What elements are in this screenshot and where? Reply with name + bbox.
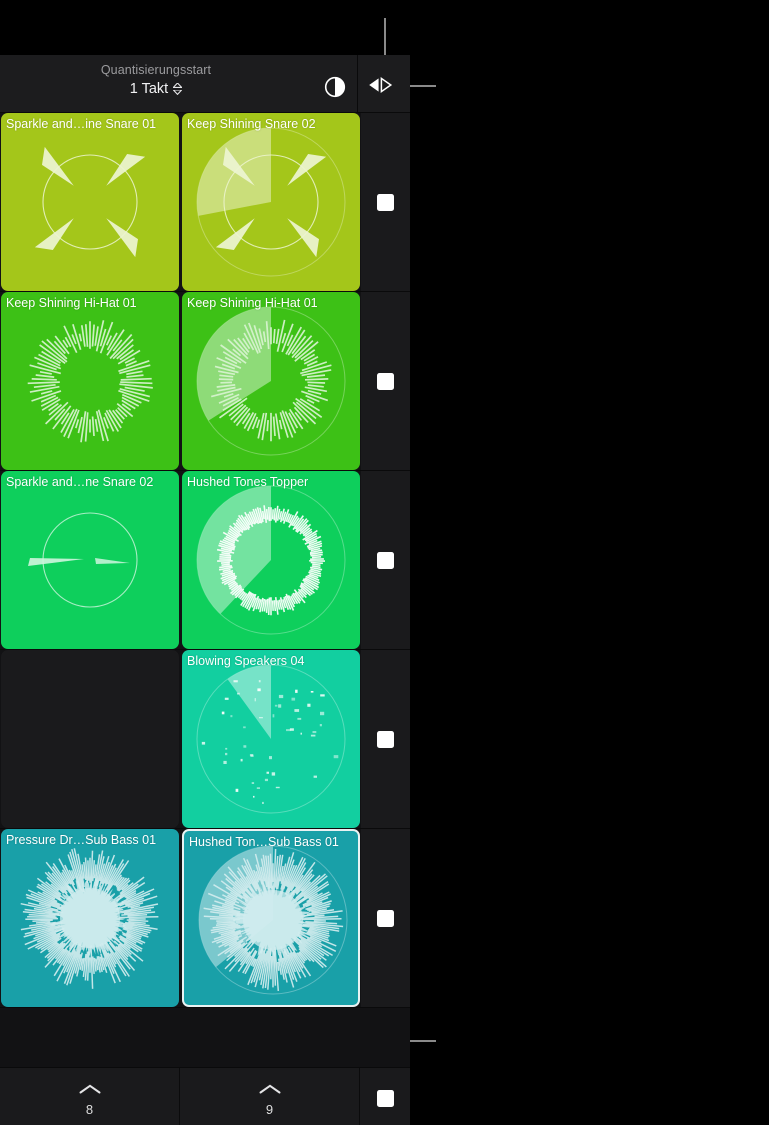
loop-cell-label: Keep Shining Hi-Hat 01 [6, 296, 137, 310]
row-trigger-cell [361, 650, 410, 828]
quantize-start-control[interactable]: Quantisierungsstart 1 Takt [0, 63, 312, 97]
row-trigger-cell [361, 829, 410, 1007]
quantize-start-value: 1 Takt [129, 81, 169, 97]
play-direction-toggle-icon[interactable] [366, 74, 402, 96]
row-trigger-button[interactable] [377, 551, 394, 569]
chevron-up-icon[interactable] [79, 1081, 101, 1099]
grid-row: Pressure Dr…Sub Bass 01 Hushed Ton…Sub Ba… [0, 829, 410, 1008]
grid-row: Blowing Speakers 04 [0, 650, 410, 829]
scene-footer-cell[interactable]: 8 [0, 1068, 179, 1125]
loop-cell[interactable]: Hushed Tones Topper [182, 471, 360, 649]
loop-cell[interactable]: Pressure Dr…Sub Bass 01 [1, 829, 179, 1007]
callout-line-top [384, 18, 386, 55]
grid-row: Keep Shining Hi-Hat 01 Keep Shining Hi-Ha… [0, 292, 410, 471]
loop-cell-label: Hushed Ton…Sub Bass 01 [189, 835, 339, 849]
loop-cell[interactable]: Hushed Ton…Sub Bass 01 [182, 829, 360, 1007]
scene-footer-cell[interactable]: 9 [180, 1068, 359, 1125]
row-trigger-button[interactable] [377, 372, 394, 390]
grid-header: Quantisierungsstart 1 Takt [0, 55, 410, 113]
row-trigger-button[interactable] [377, 730, 394, 748]
chevron-up-icon[interactable] [259, 1081, 281, 1099]
grid-row: Sparkle and…ine Snare 01 Keep Shining Sna… [0, 113, 410, 292]
row-trigger-button[interactable] [377, 193, 394, 211]
loop-cell-label: Sparkle and…ine Snare 01 [6, 117, 157, 131]
live-loops-grid-window: Quantisierungsstart 1 Takt Sparkle and…i… [0, 0, 769, 1125]
loop-cell-label: Hushed Tones Topper [187, 475, 309, 489]
row-trigger-button[interactable] [377, 909, 394, 927]
loop-cell-label: Blowing Speakers 04 [187, 654, 305, 668]
loop-cell[interactable]: Blowing Speakers 04 [182, 650, 360, 828]
cell-grid: Sparkle and…ine Snare 01 Keep Shining Sna… [0, 113, 410, 1067]
grid-row: Sparkle and…ne Snare 02 Hushed Tones Topp… [0, 471, 410, 650]
quantize-start-label: Quantisierungsstart [100, 63, 212, 77]
scene-footer-row: 8 9 [0, 1067, 410, 1125]
loop-cell[interactable]: Sparkle and…ne Snare 02 [1, 471, 179, 649]
loop-cell-label: Keep Shining Hi-Hat 01 [187, 296, 318, 310]
empty-cell[interactable] [1, 650, 179, 828]
loop-cell[interactable]: Sparkle and…ine Snare 01 [1, 113, 179, 291]
loop-cell[interactable]: Keep Shining Snare 02 [182, 113, 360, 291]
row-trigger-cell [361, 471, 410, 649]
loop-cell[interactable]: Keep Shining Hi-Hat 01 [182, 292, 360, 470]
scene-trigger-cell [360, 1068, 410, 1125]
loop-cell-label: Sparkle and…ne Snare 02 [6, 475, 154, 489]
scene-number: 8 [85, 1101, 94, 1117]
loop-cell-label: Keep Shining Snare 02 [187, 117, 316, 131]
scene-trigger-button[interactable] [376, 1090, 394, 1107]
chevron-up-down-icon[interactable] [173, 83, 183, 95]
loop-cell-label: Pressure Dr…Sub Bass 01 [6, 833, 157, 847]
grid-panel: Quantisierungsstart 1 Takt Sparkle and…i… [0, 55, 410, 1125]
half-circle-contrast-icon[interactable] [322, 74, 348, 100]
row-trigger-cell [361, 292, 410, 470]
loop-cell[interactable]: Keep Shining Hi-Hat 01 [1, 292, 179, 470]
header-divider [357, 55, 358, 113]
scene-number: 9 [265, 1101, 274, 1117]
row-trigger-cell [361, 113, 410, 291]
